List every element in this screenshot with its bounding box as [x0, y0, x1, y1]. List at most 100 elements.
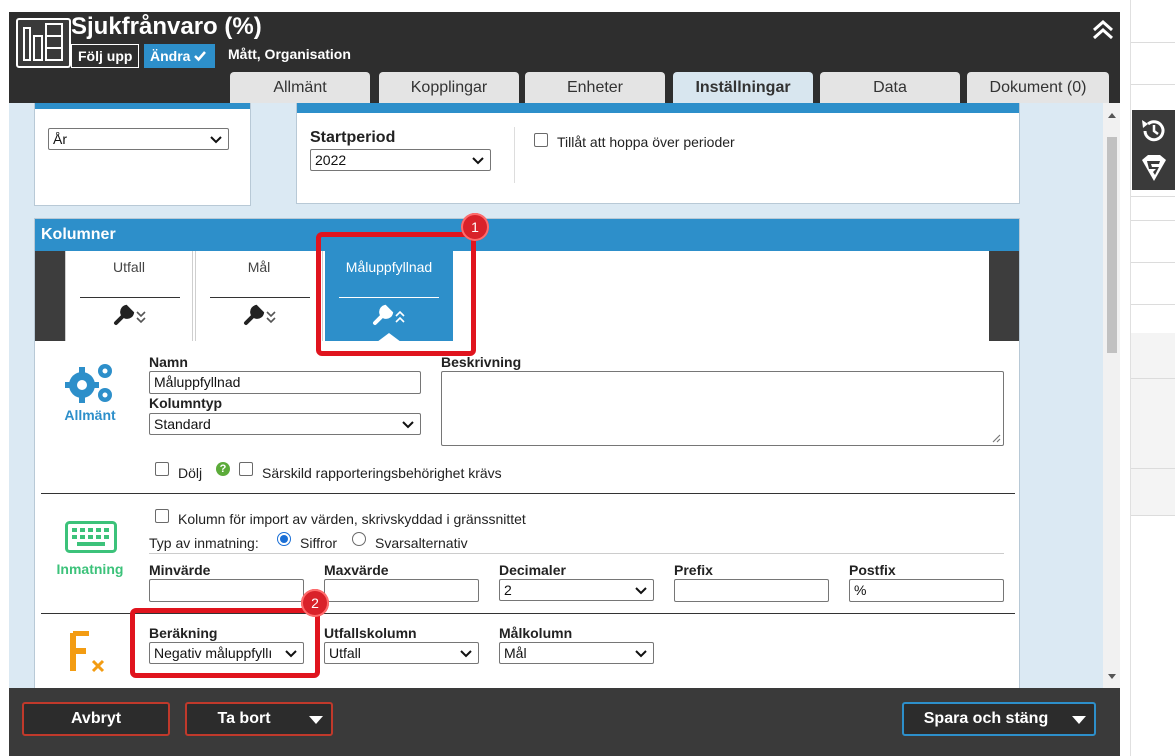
min-value-input[interactable] — [149, 579, 304, 602]
history-icon[interactable] — [1139, 116, 1169, 146]
tab-underline — [80, 297, 180, 298]
tab-connections[interactable]: Kopplingar — [379, 72, 519, 103]
page-subtitle: Mått, Organisation — [228, 46, 351, 62]
save-close-button[interactable]: Spara och stäng — [902, 702, 1096, 736]
dialog-header: Sjukfrånvaro (%) Följ upp Ändra Mått, Or… — [9, 12, 1120, 103]
column-type-label: Kolumntyp — [149, 395, 223, 411]
start-period-panel: Startperiod 2022 Tillåt att hoppa över p… — [296, 103, 1020, 204]
start-period-select[interactable]: 2022 — [310, 149, 491, 171]
wrench-expand-icon — [244, 304, 276, 325]
vertical-scrollbar[interactable] — [1103, 103, 1120, 688]
gears-icon — [65, 364, 112, 403]
divider — [1131, 196, 1175, 197]
postfix-label: Postfix — [849, 562, 896, 578]
wrench-expand-icon — [114, 304, 146, 325]
divider — [1131, 220, 1175, 221]
change-button[interactable]: Ändra — [144, 44, 215, 68]
min-value-label: Minvärde — [149, 562, 211, 578]
max-value-label: Maxvärde — [324, 562, 389, 578]
scroll-down-icon[interactable] — [1107, 673, 1117, 681]
measure-logo-icon — [16, 18, 71, 68]
divider — [1131, 262, 1175, 263]
input-type-label: Typ av inmatning: — [149, 535, 259, 551]
delete-button[interactable]: Ta bort — [185, 702, 333, 736]
page-title: Sjukfrånvaro (%) — [71, 13, 262, 40]
column-tab-outcome[interactable]: Utfall — [65, 251, 193, 341]
column-type-select[interactable]: Standard — [149, 413, 421, 435]
divider — [1131, 84, 1175, 85]
max-value-input[interactable] — [324, 579, 479, 602]
column-tab-label: Mål — [247, 259, 271, 275]
goal-column-label: Målkolumn — [499, 625, 573, 641]
divider — [1131, 515, 1175, 516]
description-label: Beskrivning — [441, 354, 522, 370]
divider — [1131, 42, 1175, 43]
name-input[interactable]: Måluppfyllnad — [149, 371, 421, 394]
keyboard-icon — [65, 521, 117, 553]
postfix-input[interactable]: % — [849, 579, 1004, 602]
goal-column-select[interactable]: Mål — [499, 642, 654, 664]
period-type-value: År — [53, 131, 67, 147]
column-tab-goal[interactable]: Mål — [195, 251, 323, 341]
column-tabs-bar: Utfall Mål Måluppfyllnad — [35, 251, 1019, 342]
decimals-select[interactable]: 2 — [499, 579, 654, 601]
outcome-column-label: Utfallskolumn — [324, 625, 417, 641]
function-icon — [70, 631, 105, 673]
resize-handle-icon[interactable] — [991, 433, 1001, 443]
chevron-down-icon — [402, 421, 414, 429]
outcome-column-value: Utfall — [329, 645, 361, 661]
outcome-column-select[interactable]: Utfall — [324, 642, 479, 664]
divider — [1131, 468, 1175, 469]
import-column-checkbox[interactable] — [155, 509, 169, 523]
chevron-down-icon — [210, 136, 222, 144]
column-type-value: Standard — [154, 416, 211, 432]
columns-header: Kolumner — [35, 219, 1019, 251]
change-button-label: Ändra — [150, 48, 191, 64]
tab-settings[interactable]: Inställningar — [673, 72, 813, 103]
numbers-radio[interactable] — [277, 532, 291, 546]
superhero-icon[interactable] — [1138, 152, 1170, 184]
description-textarea[interactable] — [441, 371, 1004, 446]
caret-down-icon[interactable] — [1072, 716, 1086, 724]
answers-label: Svarsalternativ — [375, 535, 468, 551]
check-icon — [194, 51, 207, 62]
help-icon[interactable]: ? — [216, 462, 230, 476]
scroll-thumb[interactable] — [1107, 137, 1117, 353]
prefix-input[interactable] — [674, 579, 829, 602]
scroll-up-icon[interactable] — [1107, 111, 1117, 119]
tab-data[interactable]: Data — [820, 72, 960, 103]
divider — [149, 553, 1004, 554]
name-label: Namn — [149, 354, 188, 370]
panel-header-strip — [35, 103, 250, 109]
hide-checkbox[interactable] — [155, 462, 169, 476]
tab-units[interactable]: Enheter — [525, 72, 665, 103]
settings-content: År Startperiod 2022 Tillåt att hoppa öve… — [9, 103, 1103, 688]
caret-down-icon[interactable] — [309, 716, 323, 724]
chevron-down-icon — [635, 650, 647, 658]
decimals-label: Decimaler — [499, 562, 566, 578]
period-type-panel: År — [34, 103, 251, 206]
start-period-value: 2022 — [315, 152, 347, 168]
panel-header-strip — [297, 103, 1019, 113]
tab-documents[interactable]: Dokument (0) — [967, 72, 1109, 103]
chevron-down-icon — [460, 650, 472, 658]
special-permission-checkbox[interactable] — [239, 462, 253, 476]
cancel-button[interactable]: Avbryt — [22, 702, 170, 736]
column-tab-label: Utfall — [113, 259, 145, 275]
tab-general[interactable]: Allmänt — [230, 72, 370, 103]
save-close-button-label: Spara och stäng — [923, 710, 1049, 727]
delete-button-label: Ta bort — [217, 710, 271, 727]
skip-periods-label: Tillåt att hoppa över perioder — [557, 134, 735, 150]
follow-up-button[interactable]: Följ upp — [71, 44, 140, 68]
general-section-label: Allmänt — [64, 407, 116, 423]
skip-periods-checkbox[interactable] — [534, 133, 548, 147]
prefix-label: Prefix — [674, 562, 713, 578]
collapse-icon[interactable] — [1091, 18, 1115, 42]
input-section-label: Inmatning — [56, 561, 124, 577]
column-tabs-inner: Utfall Mål Måluppfyllnad — [65, 251, 989, 342]
tab-underline — [210, 297, 310, 298]
answers-radio[interactable] — [352, 532, 366, 546]
background-block — [1131, 423, 1175, 515]
period-type-select[interactable]: År — [48, 128, 229, 150]
goal-column-value: Mål — [504, 645, 527, 661]
